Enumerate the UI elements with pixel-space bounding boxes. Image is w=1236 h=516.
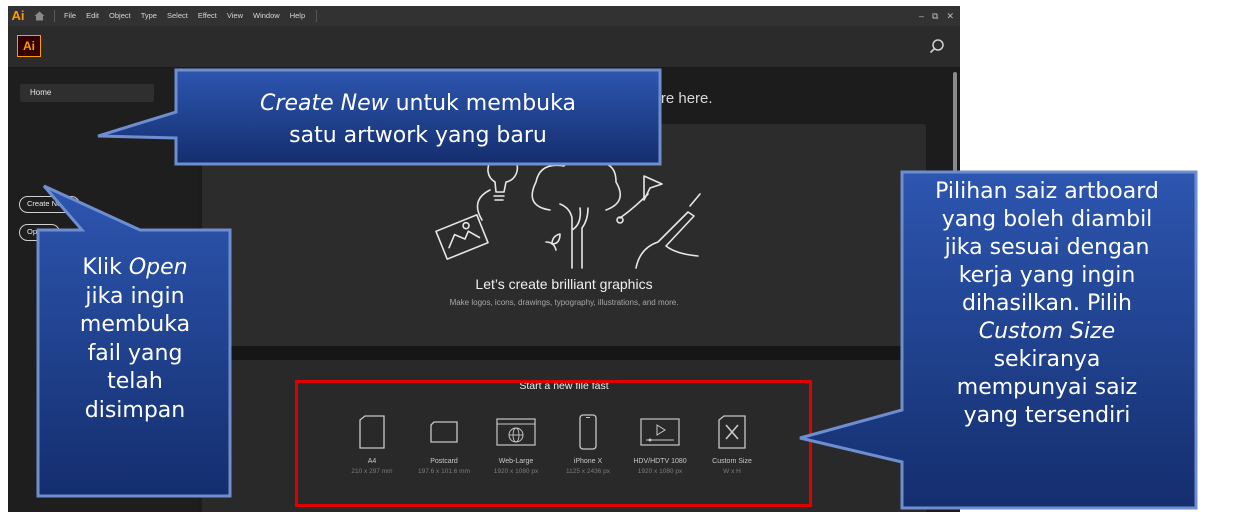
artboard-callout-text: Pilihan saiz artboard yang boleh diambil… — [935, 179, 1159, 428]
create-new-callout-text: Create New untuk membuka satu artwork ya… — [260, 91, 576, 148]
open-callout-text: Klik Open jika ingin membuka fail yang t… — [79, 255, 191, 423]
